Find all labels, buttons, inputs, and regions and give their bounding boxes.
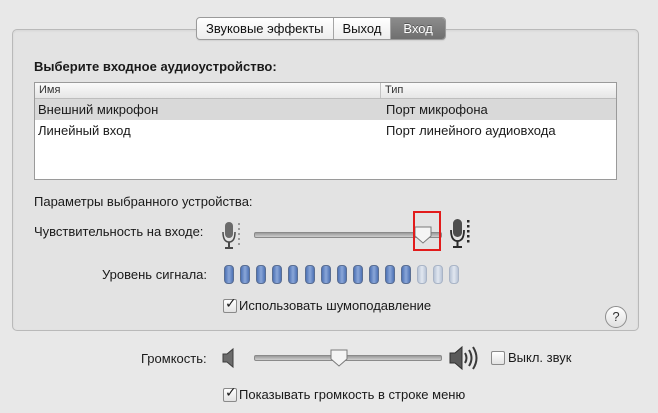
level-segment <box>256 265 266 284</box>
sensitivity-label: Чувствительность на входе: <box>34 224 204 239</box>
level-segment <box>353 265 363 284</box>
signal-level-label: Уровень сигнала: <box>102 267 208 282</box>
sensitivity-highlight-box <box>413 211 441 251</box>
speaker-low-icon <box>221 347 241 372</box>
noise-reduction-label[interactable]: Использовать шумоподавление <box>239 298 431 313</box>
device-name: Внешний микрофон <box>38 102 159 117</box>
level-segment <box>288 265 298 284</box>
mic-low-icon <box>221 219 243 254</box>
column-type-header[interactable]: Тип <box>381 83 403 98</box>
checkmark-icon: ✓ <box>225 385 237 401</box>
volume-slider-thumb[interactable] <box>330 349 348 367</box>
input-device-table[interactable]: Имя Тип Внешний микрофон Порт микрофона … <box>34 82 617 180</box>
device-type: Порт микрофона <box>386 102 488 117</box>
device-type: Порт линейного аудиовхода <box>386 123 556 138</box>
volume-label: Громкость: <box>141 351 207 366</box>
mute-checkbox[interactable] <box>491 351 505 365</box>
checkmark-icon: ✓ <box>225 296 237 312</box>
level-segment <box>305 265 315 284</box>
level-segment <box>417 265 427 284</box>
show-volume-in-menu-checkbox[interactable]: ✓ <box>223 385 237 402</box>
level-segment <box>449 265 459 284</box>
device-name: Линейный вход <box>38 123 131 138</box>
level-segment <box>240 265 250 284</box>
device-settings-heading: Параметры выбранного устройства: <box>34 194 253 209</box>
table-row[interactable]: Линейный вход Порт линейного аудиовхода <box>35 120 616 141</box>
input-panel <box>12 29 639 331</box>
level-segment <box>401 265 411 284</box>
level-segment <box>337 265 347 284</box>
volume-track[interactable] <box>254 355 442 361</box>
mic-high-icon <box>449 216 473 253</box>
noise-reduction-checkbox[interactable]: ✓ <box>223 296 237 313</box>
level-segment <box>385 265 395 284</box>
column-name-header[interactable]: Имя <box>35 83 381 98</box>
mute-label[interactable]: Выкл. звук <box>508 350 571 365</box>
level-segment <box>369 265 379 284</box>
level-segment <box>433 265 443 284</box>
table-row[interactable]: Внешний микрофон Порт микрофона <box>35 99 616 120</box>
help-button[interactable]: ? <box>605 306 627 328</box>
input-device-heading: Выберите входное аудиоустройство: <box>34 59 277 74</box>
tab-output[interactable]: Выход <box>334 18 392 39</box>
level-segment <box>224 265 234 284</box>
tab-input[interactable]: Вход <box>391 18 445 39</box>
table-header: Имя Тип <box>35 83 616 99</box>
show-volume-in-menu-label[interactable]: Показывать громкость в строке меню <box>239 387 465 402</box>
level-segment <box>321 265 331 284</box>
tab-bar: Звуковые эффекты Выход Вход <box>196 17 446 40</box>
tab-sound-effects[interactable]: Звуковые эффекты <box>197 18 334 39</box>
level-segment <box>272 265 282 284</box>
speaker-high-icon <box>448 344 480 375</box>
